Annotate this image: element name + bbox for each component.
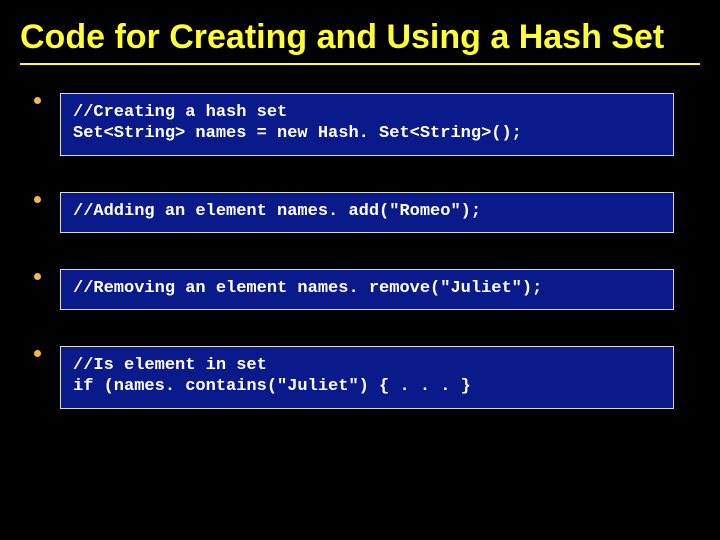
title-underline <box>20 63 700 65</box>
page-title: Code for Creating and Using a Hash Set <box>20 18 700 57</box>
bullet-icon <box>34 350 41 357</box>
code-block: //Creating a hash set Set<String> names … <box>60 93 674 156</box>
list-item: //Creating a hash set Set<String> names … <box>38 93 700 156</box>
list-item: //Removing an element names. remove("Jul… <box>38 269 700 310</box>
bullet-list: //Creating a hash set Set<String> names … <box>20 93 700 409</box>
code-block: //Removing an element names. remove("Jul… <box>60 269 674 310</box>
list-item: //Is element in set if (names. contains(… <box>38 346 700 409</box>
list-item: //Adding an element names. add("Romeo"); <box>38 192 700 233</box>
slide: Code for Creating and Using a Hash Set /… <box>0 0 720 540</box>
code-block: //Adding an element names. add("Romeo"); <box>60 192 674 233</box>
code-block: //Is element in set if (names. contains(… <box>60 346 674 409</box>
bullet-icon <box>34 196 41 203</box>
bullet-icon <box>34 97 41 104</box>
bullet-icon <box>34 273 41 280</box>
